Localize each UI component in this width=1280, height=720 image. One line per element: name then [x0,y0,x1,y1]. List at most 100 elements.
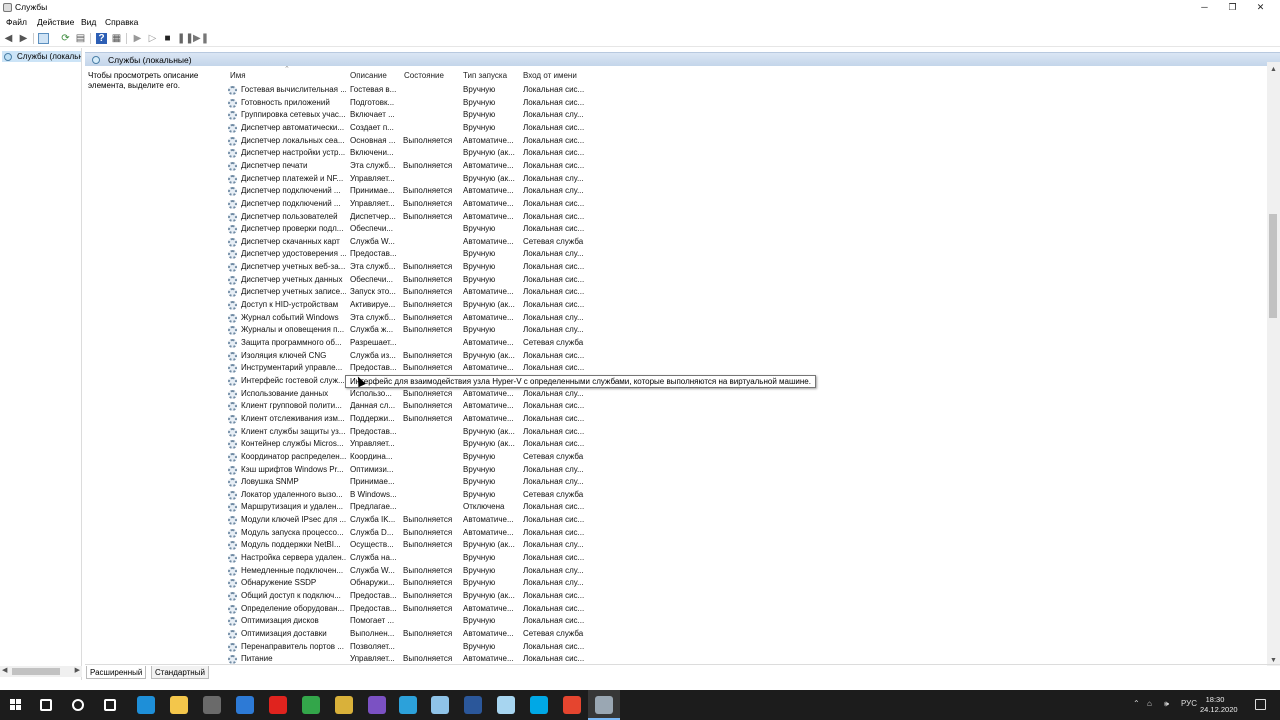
mail-icon[interactable] [236,696,254,714]
search-icon[interactable] [40,699,52,711]
table-row[interactable]: Диспетчер автоматически... Создает п... Вр… [225,122,685,135]
table-row[interactable]: Оптимизация доставки Выполнен... Выполняет… [225,628,685,641]
help-icon[interactable]: ? [96,33,107,44]
table-row[interactable]: Диспетчер учетных записе... Запуск это...… [225,286,685,299]
table-row[interactable]: Маршрутизация и удален... Предлагае... Отк… [225,501,685,514]
table-row[interactable]: Журналы и оповещения п... Служба ж... Выпо… [225,324,685,337]
refresh-icon[interactable]: ⟳ [60,33,71,44]
viber-icon[interactable] [368,696,386,714]
tree-item-services-local[interactable]: Службы (локальны [2,51,81,62]
table-row[interactable]: Диспетчер учетных веб-за... Эта служб... В… [225,261,685,274]
language-indicator[interactable]: РУС [1181,699,1197,708]
skype-icon[interactable] [530,696,548,714]
menu-help[interactable]: Справка [105,17,138,27]
table-row[interactable]: Диспетчер настройки устр... Включени... Вр… [225,147,685,160]
scroll-up-icon[interactable]: ▲ [1270,66,1277,73]
table-row[interactable]: Клиент групповой полити... Данная сл... Вы… [225,400,685,413]
scroll-right-icon[interactable]: ▶ [75,666,80,674]
list-vertical-scrollbar[interactable]: ▲ ▼ [1267,62,1280,666]
table-row[interactable]: Координатор распределен... Координа... Вру… [225,451,685,464]
table-row[interactable]: Немедленные подключен... Служба W... Выпол… [225,565,685,578]
table-row[interactable]: Диспетчер скачанных карт Служба W... Автом… [225,236,685,249]
table-row[interactable]: Гостевая вычислительная ... Гостевая в...… [225,84,685,97]
restart-service-icon[interactable]: ▶❚ [193,33,209,44]
word-icon[interactable] [464,696,482,714]
column-startup-type[interactable]: Тип запуска [463,71,507,80]
table-row[interactable]: Общий доступ к подключ... Предостав... Вып… [225,590,685,603]
tree-horizontal-scrollbar[interactable]: ◀ ▶ [0,666,82,677]
minimize-button[interactable]: ─ [1193,0,1216,15]
table-row[interactable]: Доступ к HID-устройствам Активируе... Выпо… [225,299,685,312]
table-row[interactable]: Кэш шрифтов Windows Pr... Оптимизи... Вруч… [225,464,685,477]
table-row[interactable]: Инструментарий управле... Предостав... Вып… [225,362,685,375]
telegram-icon[interactable] [399,696,417,714]
column-name[interactable]: Имя [230,71,246,80]
menu-file[interactable]: Файл [6,17,27,27]
tab-standard[interactable]: Стандартный [151,666,209,679]
table-row[interactable]: Определение оборудован... Предостав... Вып… [225,603,685,616]
pause-service-icon[interactable]: ❚❚ [177,33,194,44]
table-row[interactable]: Диспетчер подключений ... Принимае... Выпо… [225,185,685,198]
edge-icon[interactable] [137,696,155,714]
tab-extended[interactable]: Расширенный [86,666,147,679]
properties-icon[interactable]: ▦ [111,33,122,44]
table-row[interactable]: Модуль поддержки NetBI... Осуществ... Выпо… [225,539,685,552]
table-row[interactable]: Диспетчер печати Эта служб... Выполняется А… [225,160,685,173]
forward-icon[interactable]: ▶ [18,33,29,44]
table-row[interactable]: Журнал событий Windows Эта служб... Выполн… [225,312,685,325]
services-icon[interactable] [595,696,613,714]
table-row[interactable]: Защита программного об... Разрешает... Авт… [225,337,685,350]
export-icon[interactable]: ▤ [75,33,86,44]
table-row[interactable]: Диспетчер локальных сеа... Основная ... Вы… [225,135,685,148]
table-row[interactable]: Диспетчер подключений ... Управляет... Вып… [225,198,685,211]
table-row[interactable]: Диспетчер пользователей Диспетчер... Выпол… [225,211,685,224]
table-row[interactable]: Оптимизация дисков Помогает ... Вручную Лок… [225,615,685,628]
start-service-alt-icon[interactable]: ▷ [147,33,158,44]
table-row[interactable]: Клиент отслеживания изм... Поддержи... Вып… [225,413,685,426]
notepad-icon[interactable] [431,696,449,714]
cortana-icon[interactable] [72,699,84,711]
back-icon[interactable]: ◀ [3,33,14,44]
table-row[interactable]: Ловушка SNMP Принимае... Вручную Локальная … [225,476,685,489]
column-logon-as[interactable]: Вход от имени [523,71,577,80]
table-row[interactable]: Настройка сервера удален... Служба на... В… [225,552,685,565]
table-row[interactable]: Клиент службы защиты уз... Предостав... Вр… [225,426,685,439]
close-button[interactable]: ✕ [1249,0,1272,15]
table-row[interactable]: Готовность приложений Подготовк... Вручную… [225,97,685,110]
chevron-up-icon[interactable]: ⌃ [1133,699,1140,708]
scroll-thumb[interactable] [1269,214,1277,318]
table-row[interactable]: Перенаправитель портов ... Позволяет... Вр… [225,641,685,654]
camtasia-icon[interactable] [302,696,320,714]
table-row[interactable]: Локатор удаленного вызо... В Windows... Вр… [225,489,685,502]
table-row[interactable]: Диспетчер платежей и NF... Управляет... Вр… [225,173,685,186]
notifications-icon[interactable] [1255,699,1266,710]
table-row[interactable]: Группировка сетевых учас... Включает ... В… [225,109,685,122]
table-row[interactable]: Контейнер службы Micros... Управляет... Вр… [225,438,685,451]
start-service-icon[interactable]: ▶ [132,33,143,44]
recorder-icon[interactable] [563,696,581,714]
menu-view[interactable]: Вид [81,17,96,27]
scroll-down-icon[interactable]: ▼ [1270,657,1277,664]
table-row[interactable]: Диспетчер учетных данных Обеспечи... Выпол… [225,274,685,287]
table-row[interactable]: Модуль запуска процессо... Служба D... Вып… [225,527,685,540]
table-row[interactable]: Использование данных Использо... Выполняет… [225,388,685,401]
chrome-icon[interactable] [335,696,353,714]
menu-action[interactable]: Действие [37,17,74,27]
table-row[interactable]: Диспетчер проверки подл... Обеспечи... Вру… [225,223,685,236]
column-state[interactable]: Состояние [404,71,444,80]
store-icon[interactable] [203,696,221,714]
task-view-icon[interactable] [104,699,116,711]
opera-icon[interactable] [269,696,287,714]
network-icon[interactable]: ⌂ [1147,699,1152,708]
table-row[interactable]: Обнаружение SSDP Обнаружи... Выполняется Вр… [225,577,685,590]
table-row[interactable]: Изоляция ключей CNG Служба из... Выполняет… [225,350,685,363]
stop-service-icon[interactable]: ■ [162,33,173,44]
table-row[interactable]: Модули ключей IPsec для ... Служба IK... В… [225,514,685,527]
table-row[interactable]: Диспетчер удостоверения ... Предостав... В… [225,248,685,261]
console-tree-icon[interactable] [38,33,49,44]
explorer-icon[interactable] [170,696,188,714]
notepad2-icon[interactable] [497,696,515,714]
scroll-thumb[interactable] [12,668,60,675]
windows-start-icon[interactable] [10,699,22,711]
column-description[interactable]: Описание [350,71,387,80]
